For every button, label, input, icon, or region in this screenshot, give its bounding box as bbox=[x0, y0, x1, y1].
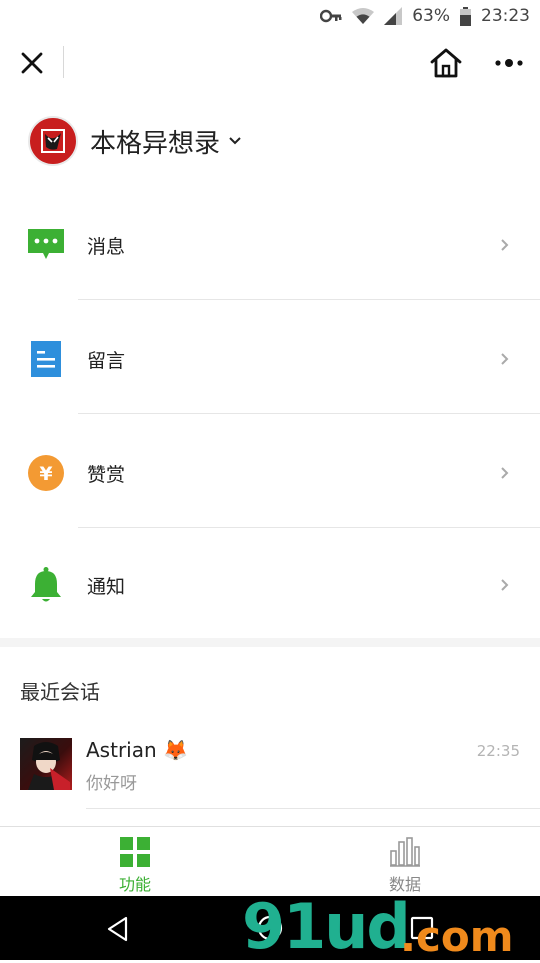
menu-item-comments[interactable]: 留言 bbox=[0, 302, 540, 416]
battery-icon bbox=[460, 6, 471, 26]
conversation-divider bbox=[86, 808, 540, 809]
conversation-preview: 你好呀 bbox=[86, 774, 137, 794]
chevron-right-icon bbox=[501, 353, 509, 365]
recent-conversations-title: 最近会话 bbox=[20, 680, 100, 704]
menu-item-label: 留言 bbox=[87, 350, 126, 372]
tab-functions[interactable]: 功能 bbox=[0, 827, 270, 897]
chevron-right-icon bbox=[501, 239, 509, 251]
top-toolbar bbox=[0, 32, 540, 94]
bell-icon bbox=[31, 567, 61, 602]
menu-item-label: 赞赏 bbox=[87, 464, 126, 486]
account-logo-icon bbox=[33, 121, 73, 161]
signal-icon bbox=[384, 7, 403, 25]
menu-divider bbox=[78, 413, 540, 414]
home-icon[interactable] bbox=[429, 47, 463, 79]
toolbar-divider bbox=[63, 46, 64, 78]
bar-chart-icon bbox=[390, 837, 420, 867]
tab-data[interactable]: 数据 bbox=[270, 827, 540, 897]
home-nav-icon[interactable] bbox=[257, 915, 283, 941]
reward-icon: ¥ bbox=[28, 455, 64, 491]
menu-divider bbox=[78, 299, 540, 300]
close-icon[interactable] bbox=[18, 49, 46, 77]
account-switcher[interactable]: 本格异想录 bbox=[28, 114, 242, 168]
account-name: 本格异想录 bbox=[90, 128, 221, 159]
menu-item-messages[interactable]: 消息 bbox=[0, 188, 540, 302]
menu-item-reward[interactable]: ¥ 赞赏 bbox=[0, 416, 540, 530]
more-icon[interactable] bbox=[494, 54, 524, 72]
key-icon bbox=[320, 9, 342, 23]
chevron-right-icon bbox=[501, 579, 509, 591]
chevron-right-icon bbox=[501, 467, 509, 479]
wifi-icon bbox=[352, 8, 375, 24]
grid-icon bbox=[120, 837, 150, 867]
menu-item-label: 通知 bbox=[87, 576, 126, 598]
status-time: 23:23 bbox=[481, 6, 530, 26]
recent-apps-icon[interactable] bbox=[410, 916, 434, 940]
menu-item-notifications[interactable]: 通知 bbox=[0, 530, 540, 644]
chevron-down-icon bbox=[229, 137, 241, 145]
bottom-tab-bar: 功能 数据 bbox=[0, 826, 540, 896]
back-icon[interactable] bbox=[106, 916, 130, 942]
conversation-item[interactable]: Astrian 🦊 你好呀 22:35 bbox=[0, 736, 540, 809]
avatar-art-icon bbox=[28, 742, 70, 790]
menu-item-label: 消息 bbox=[87, 236, 126, 258]
system-nav-bar bbox=[0, 896, 540, 960]
conversation-avatar bbox=[20, 738, 72, 790]
section-divider bbox=[0, 638, 540, 647]
conversation-time: 22:35 bbox=[476, 742, 520, 760]
menu-divider bbox=[78, 527, 540, 528]
tab-label: 数据 bbox=[388, 875, 421, 894]
tab-label: 功能 bbox=[118, 875, 151, 894]
conversation-name: Astrian 🦊 bbox=[86, 738, 188, 762]
svg-text:¥: ¥ bbox=[39, 463, 52, 485]
comment-icon bbox=[31, 341, 61, 377]
account-avatar bbox=[28, 116, 78, 166]
message-icon bbox=[28, 229, 64, 259]
battery-percent: 63% bbox=[412, 6, 450, 26]
status-bar: 63% 23:23 bbox=[0, 0, 540, 32]
